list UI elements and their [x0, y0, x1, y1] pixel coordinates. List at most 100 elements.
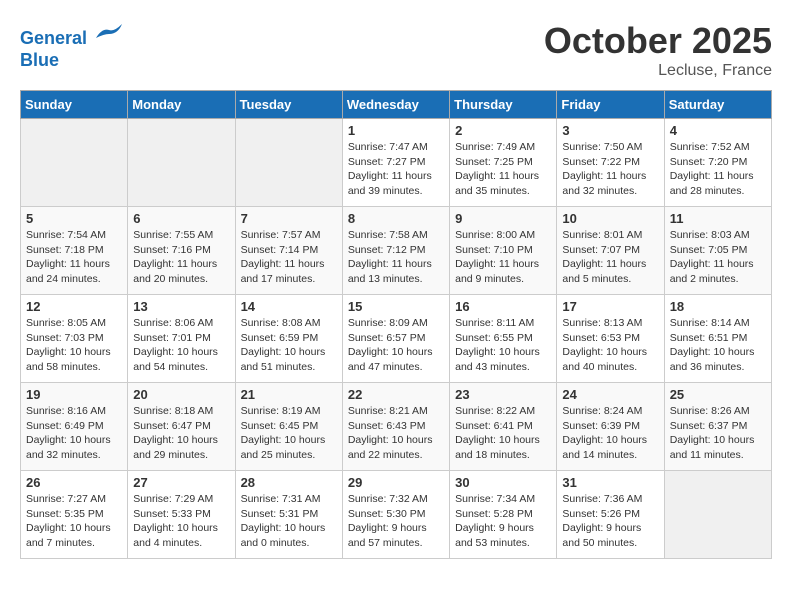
calendar-cell: 13 Sunrise: 8:06 AMSunset: 7:01 PMDayligh… [128, 295, 235, 383]
col-header-tuesday: Tuesday [235, 91, 342, 119]
calendar-cell: 8 Sunrise: 7:58 AMSunset: 7:12 PMDaylight… [342, 207, 449, 295]
calendar-cell [21, 119, 128, 207]
day-detail: Sunrise: 8:09 AMSunset: 6:57 PMDaylight:… [348, 316, 444, 375]
day-detail: Sunrise: 8:01 AMSunset: 7:07 PMDaylight:… [562, 228, 658, 287]
day-detail: Sunrise: 8:21 AMSunset: 6:43 PMDaylight:… [348, 404, 444, 463]
day-detail: Sunrise: 8:06 AMSunset: 7:01 PMDaylight:… [133, 316, 229, 375]
calendar-cell: 9 Sunrise: 8:00 AMSunset: 7:10 PMDaylight… [450, 207, 557, 295]
calendar-cell: 23Sunrise: 8:22 AMSunset: 6:41 PMDayligh… [450, 383, 557, 471]
calendar-week-3: 12 Sunrise: 8:05 AMSunset: 7:03 PMDayligh… [21, 295, 772, 383]
day-detail: Sunrise: 7:27 AMSunset: 5:35 PMDaylight:… [26, 492, 122, 551]
day-detail: Sunrise: 8:18 AMSunset: 6:47 PMDaylight:… [133, 404, 229, 463]
calendar-cell: 26 Sunrise: 7:27 AMSunset: 5:35 PMDayligh… [21, 471, 128, 559]
day-number: 17 [562, 299, 658, 314]
calendar-cell: 6 Sunrise: 7:55 AMSunset: 7:16 PMDaylight… [128, 207, 235, 295]
day-detail: Sunrise: 7:58 AMSunset: 7:12 PMDaylight:… [348, 228, 444, 287]
day-number: 1 [348, 123, 444, 138]
day-number: 19 [26, 387, 122, 402]
month-title: October 2025 [544, 20, 772, 62]
logo-text: General [20, 20, 124, 50]
day-detail: Sunrise: 8:03 AMSunset: 7:05 PMDaylight:… [670, 228, 766, 287]
calendar-cell: 22 Sunrise: 8:21 AMSunset: 6:43 PMDayligh… [342, 383, 449, 471]
day-number: 21 [241, 387, 337, 402]
day-number: 10 [562, 211, 658, 226]
calendar-cell: 14 Sunrise: 8:08 AMSunset: 6:59 PMDayligh… [235, 295, 342, 383]
logo-blue: Blue [20, 50, 124, 72]
day-number: 5 [26, 211, 122, 226]
day-detail: Sunrise: 7:34 AMSunset: 5:28 PMDaylight:… [455, 492, 551, 551]
calendar-cell: 18Sunrise: 8:14 AMSunset: 6:51 PMDayligh… [664, 295, 771, 383]
calendar-cell: 29Sunrise: 7:32 AMSunset: 5:30 PMDayligh… [342, 471, 449, 559]
day-detail: Sunrise: 8:26 AMSunset: 6:37 PMDaylight:… [670, 404, 766, 463]
day-detail: Sunrise: 7:54 AMSunset: 7:18 PMDaylight:… [26, 228, 122, 287]
day-number: 11 [670, 211, 766, 226]
col-header-saturday: Saturday [664, 91, 771, 119]
day-number: 18 [670, 299, 766, 314]
day-number: 16 [455, 299, 551, 314]
day-detail: Sunrise: 7:29 AMSunset: 5:33 PMDaylight:… [133, 492, 229, 551]
logo-bird-icon [94, 20, 124, 44]
calendar-cell: 1 Sunrise: 7:47 AMSunset: 7:27 PMDaylight… [342, 119, 449, 207]
calendar-cell: 20 Sunrise: 8:18 AMSunset: 6:47 PMDayligh… [128, 383, 235, 471]
calendar-cell: 28Sunrise: 7:31 AMSunset: 5:31 PMDayligh… [235, 471, 342, 559]
day-number: 20 [133, 387, 229, 402]
day-number: 27 [133, 475, 229, 490]
logo: General Blue [20, 20, 124, 71]
day-number: 13 [133, 299, 229, 314]
col-header-sunday: Sunday [21, 91, 128, 119]
calendar-week-1: 1 Sunrise: 7:47 AMSunset: 7:27 PMDaylight… [21, 119, 772, 207]
calendar-cell: 30 Sunrise: 7:34 AMSunset: 5:28 PMDayligh… [450, 471, 557, 559]
title-block: October 2025 Lecluse, France [544, 20, 772, 80]
calendar-cell: 3 Sunrise: 7:50 AMSunset: 7:22 PMDaylight… [557, 119, 664, 207]
day-detail: Sunrise: 8:13 AMSunset: 6:53 PMDaylight:… [562, 316, 658, 375]
calendar-cell [128, 119, 235, 207]
day-detail: Sunrise: 8:19 AMSunset: 6:45 PMDaylight:… [241, 404, 337, 463]
calendar-cell: 16 Sunrise: 8:11 AMSunset: 6:55 PMDayligh… [450, 295, 557, 383]
day-detail: Sunrise: 7:32 AMSunset: 5:30 PMDaylight:… [348, 492, 444, 551]
calendar-cell: 2 Sunrise: 7:49 AMSunset: 7:25 PMDaylight… [450, 119, 557, 207]
calendar-week-4: 19Sunrise: 8:16 AMSunset: 6:49 PMDayligh… [21, 383, 772, 471]
day-detail: Sunrise: 7:50 AMSunset: 7:22 PMDaylight:… [562, 140, 658, 199]
calendar-cell: 27 Sunrise: 7:29 AMSunset: 5:33 PMDayligh… [128, 471, 235, 559]
calendar-cell: 17 Sunrise: 8:13 AMSunset: 6:53 PMDayligh… [557, 295, 664, 383]
day-number: 3 [562, 123, 658, 138]
calendar-cell: 21 Sunrise: 8:19 AMSunset: 6:45 PMDayligh… [235, 383, 342, 471]
page-header: General Blue October 2025 Lecluse, Franc… [20, 20, 772, 80]
location: Lecluse, France [544, 62, 772, 80]
day-detail: Sunrise: 8:11 AMSunset: 6:55 PMDaylight:… [455, 316, 551, 375]
day-number: 25 [670, 387, 766, 402]
day-detail: Sunrise: 7:52 AMSunset: 7:20 PMDaylight:… [670, 140, 766, 199]
day-detail: Sunrise: 8:00 AMSunset: 7:10 PMDaylight:… [455, 228, 551, 287]
day-detail: Sunrise: 7:36 AMSunset: 5:26 PMDaylight:… [562, 492, 658, 551]
day-detail: Sunrise: 7:49 AMSunset: 7:25 PMDaylight:… [455, 140, 551, 199]
day-number: 26 [26, 475, 122, 490]
day-number: 12 [26, 299, 122, 314]
day-detail: Sunrise: 8:22 AMSunset: 6:41 PMDaylight:… [455, 404, 551, 463]
day-number: 24 [562, 387, 658, 402]
calendar-cell [235, 119, 342, 207]
day-detail: Sunrise: 7:57 AMSunset: 7:14 PMDaylight:… [241, 228, 337, 287]
calendar-table: SundayMondayTuesdayWednesdayThursdayFrid… [20, 90, 772, 559]
calendar-cell: 5 Sunrise: 7:54 AMSunset: 7:18 PMDaylight… [21, 207, 128, 295]
calendar-cell [664, 471, 771, 559]
col-header-friday: Friday [557, 91, 664, 119]
day-number: 7 [241, 211, 337, 226]
day-detail: Sunrise: 7:47 AMSunset: 7:27 PMDaylight:… [348, 140, 444, 199]
day-number: 14 [241, 299, 337, 314]
day-number: 9 [455, 211, 551, 226]
day-number: 30 [455, 475, 551, 490]
day-detail: Sunrise: 7:55 AMSunset: 7:16 PMDaylight:… [133, 228, 229, 287]
col-header-monday: Monday [128, 91, 235, 119]
day-number: 6 [133, 211, 229, 226]
calendar-cell: 4Sunrise: 7:52 AMSunset: 7:20 PMDaylight… [664, 119, 771, 207]
calendar-cell: 19Sunrise: 8:16 AMSunset: 6:49 PMDayligh… [21, 383, 128, 471]
day-number: 28 [241, 475, 337, 490]
day-number: 22 [348, 387, 444, 402]
day-detail: Sunrise: 8:24 AMSunset: 6:39 PMDaylight:… [562, 404, 658, 463]
day-detail: Sunrise: 8:05 AMSunset: 7:03 PMDaylight:… [26, 316, 122, 375]
col-header-thursday: Thursday [450, 91, 557, 119]
calendar-cell: 7 Sunrise: 7:57 AMSunset: 7:14 PMDaylight… [235, 207, 342, 295]
day-number: 8 [348, 211, 444, 226]
day-number: 2 [455, 123, 551, 138]
day-detail: Sunrise: 8:08 AMSunset: 6:59 PMDaylight:… [241, 316, 337, 375]
